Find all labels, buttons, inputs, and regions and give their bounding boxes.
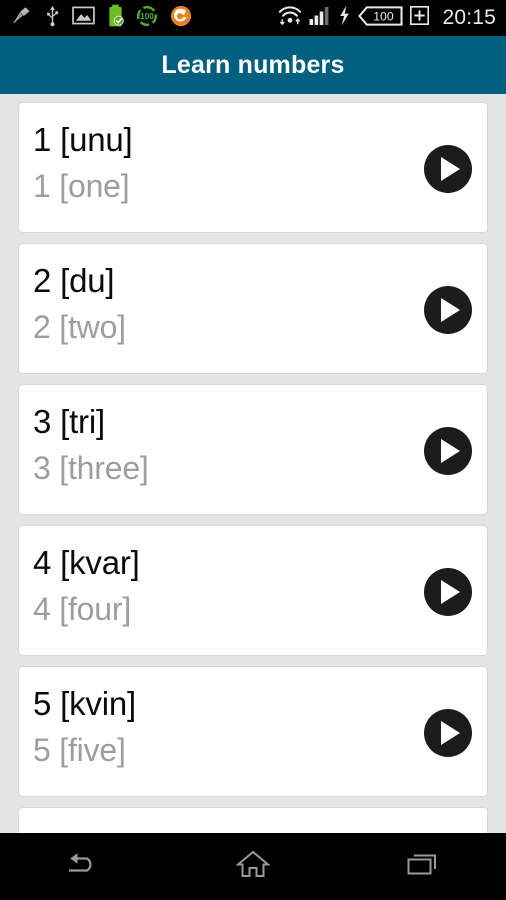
- play-button[interactable]: [424, 709, 472, 757]
- battery-percent-100-gauge-icon: 100: [136, 5, 158, 32]
- recents-icon: [405, 850, 439, 883]
- navigation-bar: [0, 833, 506, 900]
- cleaner-broom-icon: [12, 5, 33, 31]
- list-item-primary-text: 2 [du]: [33, 262, 115, 299]
- play-icon: [441, 580, 460, 604]
- svg-text:100: 100: [140, 12, 154, 21]
- status-bar-clock: 20:15: [442, 6, 496, 29]
- list-item-texts: 3 [tri] 3 [three]: [33, 399, 399, 491]
- list-item-texts: 1 [unu] 1 [one]: [33, 117, 399, 209]
- list-item[interactable]: 1 [unu] 1 [one]: [18, 102, 488, 233]
- battery-full-check-icon: [107, 4, 124, 32]
- page-title: Learn numbers: [161, 50, 345, 79]
- list-item[interactable]: 2 [du] 2 [two]: [18, 243, 488, 374]
- play-button[interactable]: [424, 427, 472, 475]
- back-icon: [65, 850, 103, 883]
- play-button[interactable]: [424, 145, 472, 193]
- home-icon: [235, 849, 271, 884]
- back-button[interactable]: [0, 850, 169, 883]
- signal-bars-icon: [309, 6, 331, 31]
- home-button[interactable]: [169, 849, 338, 884]
- play-icon: [441, 157, 460, 181]
- image-gallery-icon: [72, 6, 95, 30]
- list-item-primary-text: 5 [kvin]: [33, 685, 136, 722]
- android-screen: 100 100 20:15 Learn numbers 1 [unu] 1 [o…: [0, 0, 506, 900]
- list-item-secondary-text: 1 [one]: [33, 168, 130, 204]
- battery-plus-icon: [410, 5, 430, 30]
- play-icon: [441, 298, 460, 322]
- battery-100-icon: 100: [358, 5, 403, 32]
- list-item-secondary-text: 4 [four]: [33, 591, 132, 627]
- avg-cleaner-orange-icon: [170, 5, 192, 32]
- status-bar-right-icons: 100 20:15: [278, 5, 496, 32]
- list-item-primary-text: 3 [tri]: [33, 403, 105, 440]
- list-item-secondary-text: 5 [five]: [33, 732, 126, 768]
- play-button[interactable]: [424, 568, 472, 616]
- play-icon: [441, 439, 460, 463]
- list-item-primary-text: 4 [kvar]: [33, 544, 140, 581]
- charging-bolt-icon: [338, 5, 351, 31]
- list-item[interactable]: 4 [kvar] 4 [four]: [18, 525, 488, 656]
- action-bar: Learn numbers: [0, 36, 506, 94]
- wifi-transfer-icon: [278, 5, 302, 31]
- list-item-secondary-text: 2 [two]: [33, 309, 126, 345]
- play-icon: [441, 721, 460, 745]
- list-item-texts: 2 [du] 2 [two]: [33, 258, 399, 350]
- list-item-texts: 5 [kvin] 5 [five]: [33, 681, 399, 773]
- svg-text:100: 100: [374, 9, 395, 23]
- recents-button[interactable]: [337, 850, 506, 883]
- list-item[interactable]: 5 [kvin] 5 [five]: [18, 666, 488, 797]
- status-bar: 100 100 20:15: [0, 0, 506, 36]
- status-bar-left-icons: 100: [12, 4, 278, 32]
- usb-icon: [45, 5, 60, 32]
- number-list[interactable]: 1 [unu] 1 [one] 2 [du] 2 [two] 3 [tri] 3…: [0, 94, 506, 833]
- list-item-texts: 4 [kvar] 4 [four]: [33, 540, 399, 632]
- play-button[interactable]: [424, 286, 472, 334]
- list-item-primary-text: 1 [unu]: [33, 121, 133, 158]
- list-item[interactable]: 3 [tri] 3 [three]: [18, 384, 488, 515]
- list-item-secondary-text: 3 [three]: [33, 450, 149, 486]
- list-item[interactable]: [18, 807, 488, 833]
